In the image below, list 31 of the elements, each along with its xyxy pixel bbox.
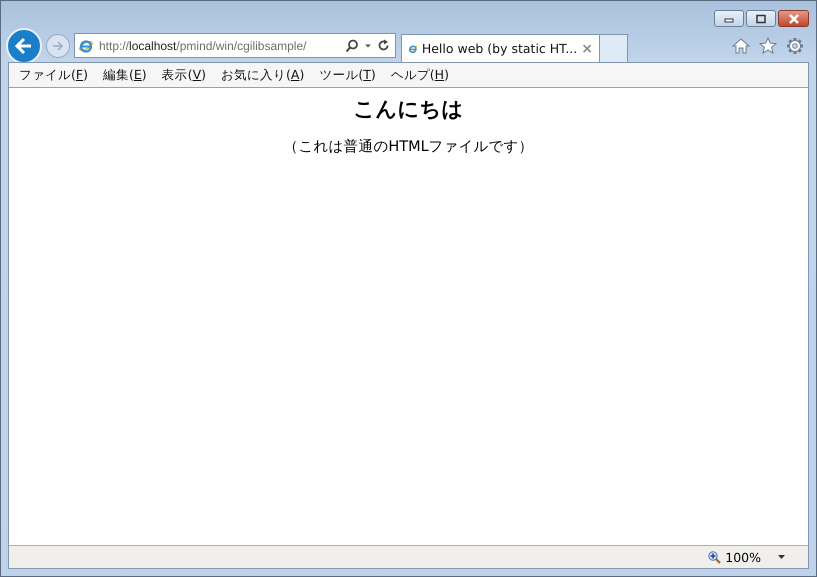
- close-button[interactable]: [778, 10, 809, 27]
- back-button[interactable]: [6, 28, 42, 64]
- menu-item[interactable]: お気に入り(A): [221, 66, 304, 84]
- menu-item[interactable]: ヘルプ(H): [390, 66, 449, 84]
- favorites-star-icon[interactable]: [759, 37, 777, 54]
- browser-logo-icon: [78, 38, 94, 54]
- forward-arrow-icon: [51, 38, 65, 52]
- dropdown-caret-icon[interactable]: [777, 554, 786, 560]
- minimize-button[interactable]: [714, 10, 744, 27]
- page-heading: こんにちは: [352, 96, 464, 123]
- close-icon: [786, 14, 800, 24]
- maximize-button[interactable]: [746, 10, 776, 27]
- page-text: （これは普通のHTMLファイルです）: [282, 138, 535, 156]
- dropdown-caret-icon[interactable]: [364, 42, 372, 48]
- search-icon[interactable]: [345, 38, 359, 52]
- menu-item[interactable]: 表示(V): [162, 66, 206, 84]
- browser-tab[interactable]: Hello web (by static HT... ×: [401, 34, 600, 62]
- tab-close-button[interactable]: ×: [581, 40, 593, 56]
- url-text: http://localhost/pmind/win/cgilibsample/: [99, 38, 308, 52]
- refresh-icon[interactable]: [377, 39, 390, 52]
- maximize-icon: [755, 14, 767, 24]
- address-field[interactable]: http://localhost/pmind/win/cgilibsample/: [74, 33, 396, 58]
- menu-item[interactable]: ファイル(F): [19, 66, 88, 84]
- settings-icon[interactable]: [786, 36, 804, 54]
- home-icon[interactable]: [732, 38, 750, 54]
- back-arrow-icon: [14, 36, 34, 56]
- menu-item[interactable]: 編集(E): [102, 66, 147, 84]
- tab-title: Hello web (by static HT...: [422, 41, 578, 56]
- menu-item[interactable]: ツール(T): [319, 66, 376, 84]
- zoom-level[interactable]: 100%: [725, 550, 761, 564]
- zoom-icon[interactable]: [708, 550, 722, 564]
